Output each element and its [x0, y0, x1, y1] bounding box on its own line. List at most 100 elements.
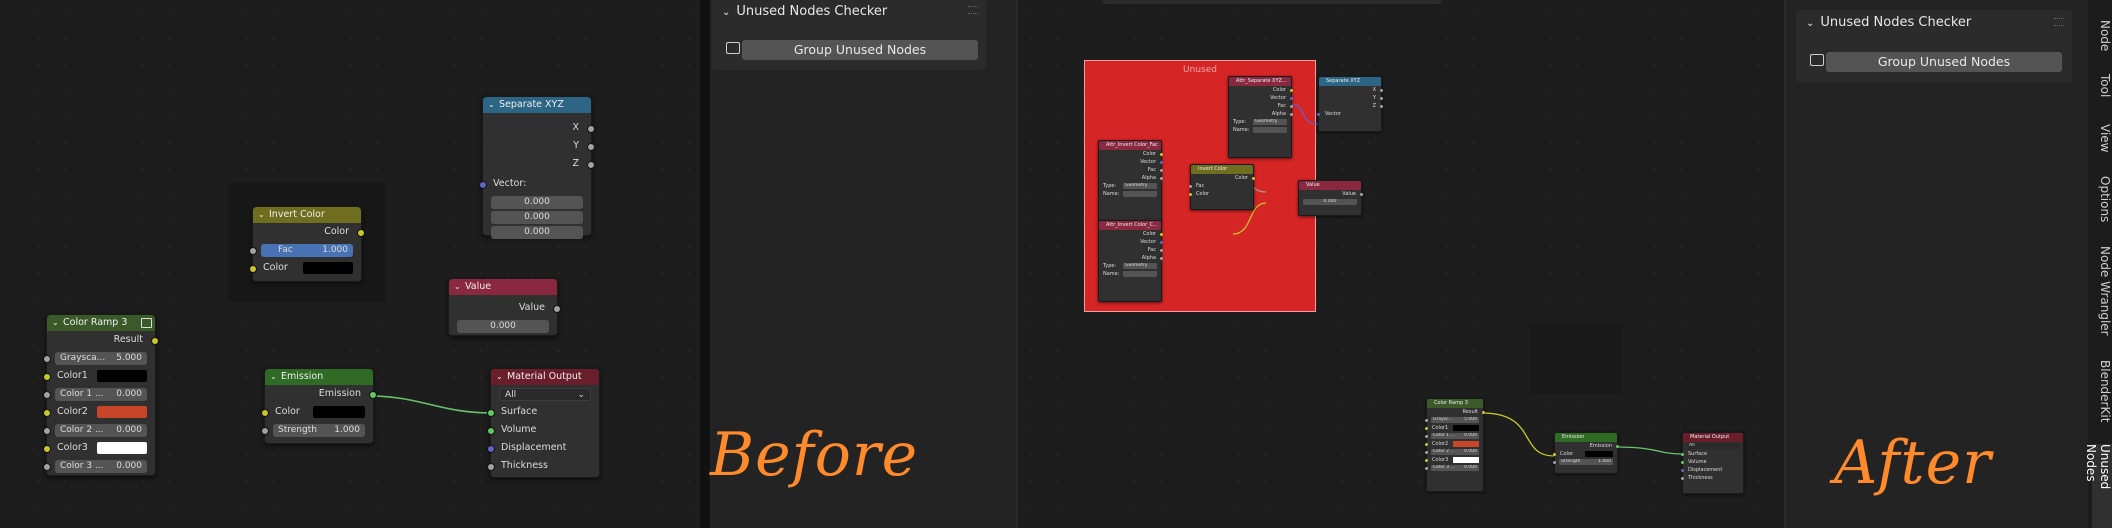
value-field[interactable]: 0.000	[1303, 199, 1357, 205]
socket[interactable]	[587, 125, 595, 133]
socket[interactable]	[1425, 434, 1428, 438]
before-node-editor[interactable]: ⌄ Separate XYZ X Y Z Vector: 0.000 0.000 …	[0, 0, 700, 528]
socket[interactable]	[1160, 256, 1163, 260]
socket[interactable]	[1425, 418, 1428, 422]
material-output-node[interactable]: ⌄ Material Output All ⌄ Surface Volume Dis…	[487, 368, 600, 478]
socket[interactable]	[487, 463, 495, 471]
socket[interactable]	[1189, 192, 1192, 196]
socket[interactable]	[1160, 160, 1163, 164]
socket[interactable]	[1425, 466, 1428, 470]
socket[interactable]	[1681, 452, 1684, 456]
emission-color-swatch[interactable]	[1585, 451, 1613, 457]
invert-color-node[interactable]: ⌄ Invert Color Color Fac 1.000 Color	[249, 206, 365, 282]
tab-unused-nodes[interactable]: Unused Nodes	[2084, 444, 2112, 528]
chevron-down-icon[interactable]: ⌄	[258, 207, 265, 223]
tab-node[interactable]: Node	[2092, 20, 2112, 51]
after-node-editor[interactable]: Unused Attr_Separate XYZ... Color Vector…	[1018, 0, 1784, 528]
vector-y-field[interactable]: 0.000	[491, 210, 583, 224]
material-output-node[interactable]: Material Output All Surface Volume Displ…	[1681, 432, 1744, 494]
chevron-down-icon[interactable]: ⌄	[270, 369, 277, 385]
color-swatch[interactable]	[303, 262, 353, 274]
socket[interactable]	[43, 355, 51, 363]
socket[interactable]	[1681, 460, 1684, 464]
socket[interactable]	[1681, 476, 1684, 480]
socket[interactable]	[1290, 88, 1293, 92]
target-dropdown[interactable]: All	[1687, 443, 1739, 449]
invert-color-node[interactable]: Invert Color Color Fac Color	[1189, 164, 1255, 210]
name-field[interactable]	[1253, 127, 1287, 133]
socket[interactable]	[1252, 176, 1255, 180]
tab-view[interactable]: View	[2092, 124, 2112, 152]
color1-pos-field[interactable]: Color 1 ... 0.000	[1431, 433, 1479, 439]
color3-swatch[interactable]	[1453, 457, 1479, 463]
socket[interactable]	[1160, 176, 1163, 180]
vector-z-field[interactable]: 0.000	[491, 225, 583, 239]
socket[interactable]	[357, 229, 365, 237]
vector-x-field[interactable]: 0.000	[491, 195, 583, 209]
socket[interactable]	[1290, 96, 1293, 100]
grayscale-field[interactable]: Graysc... 5.000	[1431, 417, 1479, 423]
socket[interactable]	[249, 265, 257, 273]
socket[interactable]	[1425, 442, 1428, 446]
name-field[interactable]	[1123, 191, 1157, 197]
color3-pos-field[interactable]: Color 3 ... 0.000	[55, 459, 147, 473]
socket[interactable]	[1380, 96, 1383, 100]
socket[interactable]	[1189, 184, 1192, 188]
tab-blenderkit[interactable]: BlenderKit	[2092, 360, 2112, 422]
attribute-node-invert-color[interactable]: Attr_Invert Color_C... Color Vector Fac …	[1098, 220, 1163, 302]
socket[interactable]	[1553, 452, 1556, 456]
socket[interactable]	[43, 391, 51, 399]
emission-node[interactable]: ⌄ Emission Emission Color Strength 1.000	[261, 368, 377, 444]
socket[interactable]	[1160, 168, 1163, 172]
socket[interactable]	[43, 463, 51, 471]
color2-pos-field[interactable]: Color 2 ... 0.000	[55, 423, 147, 437]
color2-pos-field[interactable]: Color 2 ... 0.000	[1431, 449, 1479, 455]
value-field[interactable]: 0.000	[457, 319, 549, 333]
panel-header[interactable]: ⌄ Unused Nodes Checker	[1806, 15, 1971, 30]
socket[interactable]	[1425, 426, 1428, 430]
color3-pos-field[interactable]: Color 3 ... 0.000	[1431, 465, 1479, 471]
target-dropdown[interactable]: All ⌄	[499, 387, 591, 401]
empty-frame[interactable]	[1530, 324, 1622, 394]
separate-xyz-node[interactable]: Separate XYZ X Y Z Vector	[1317, 76, 1383, 132]
tab-tool[interactable]: Tool	[2092, 74, 2112, 97]
type-dropdown[interactable]: Geometry	[1253, 119, 1287, 125]
socket[interactable]	[1380, 104, 1383, 108]
color1-swatch[interactable]	[1453, 425, 1479, 431]
socket[interactable]	[43, 427, 51, 435]
type-dropdown[interactable]: Geometry	[1123, 263, 1157, 269]
separate-xyz-node[interactable]: ⌄ Separate XYZ X Y Z Vector: 0.000 0.000 …	[479, 96, 595, 239]
drag-handle-icon[interactable]	[2054, 18, 2064, 26]
strength-field[interactable]: Strength 1.000	[273, 423, 365, 437]
chevron-down-icon[interactable]: ⌄	[52, 315, 59, 331]
socket[interactable]	[151, 337, 159, 345]
name-field[interactable]	[1123, 271, 1157, 277]
socket[interactable]	[1360, 192, 1363, 196]
color-ramp-node[interactable]: ⌄ Color Ramp 3 Result Graysca... 5.000 Col…	[43, 314, 159, 476]
emission-color-swatch[interactable]	[313, 406, 365, 418]
socket[interactable]	[1290, 112, 1293, 116]
grayscale-field[interactable]: Graysca... 5.000	[55, 351, 147, 365]
color1-pos-field[interactable]: Color 1 ... 0.000	[55, 387, 147, 401]
chevron-down-icon[interactable]: ⌄	[496, 369, 503, 385]
fac-slider[interactable]: Fac 1.000	[261, 243, 353, 257]
socket[interactable]	[587, 161, 595, 169]
tab-options[interactable]: Options	[2092, 176, 2112, 222]
socket[interactable]	[1160, 152, 1163, 156]
socket[interactable]	[369, 391, 377, 399]
drag-handle-icon[interactable]	[968, 6, 978, 14]
value-node[interactable]: ⌄ Value Value 0.000	[448, 278, 561, 336]
socket[interactable]	[1290, 104, 1293, 108]
color-ramp-node[interactable]: Color Ramp 3 Result Graysc... 5.000 Colo…	[1425, 398, 1485, 492]
strength-field[interactable]: Strength 1.000	[1559, 459, 1613, 465]
color1-swatch[interactable]	[97, 370, 147, 382]
socket[interactable]	[487, 445, 495, 453]
color2-swatch[interactable]	[1453, 441, 1479, 447]
node-group-icon[interactable]	[141, 318, 152, 328]
socket[interactable]	[43, 373, 51, 381]
socket[interactable]	[1160, 232, 1163, 236]
socket[interactable]	[479, 181, 487, 189]
socket[interactable]	[487, 409, 495, 417]
type-dropdown[interactable]: Geometry	[1123, 183, 1157, 189]
socket[interactable]	[1425, 458, 1428, 462]
